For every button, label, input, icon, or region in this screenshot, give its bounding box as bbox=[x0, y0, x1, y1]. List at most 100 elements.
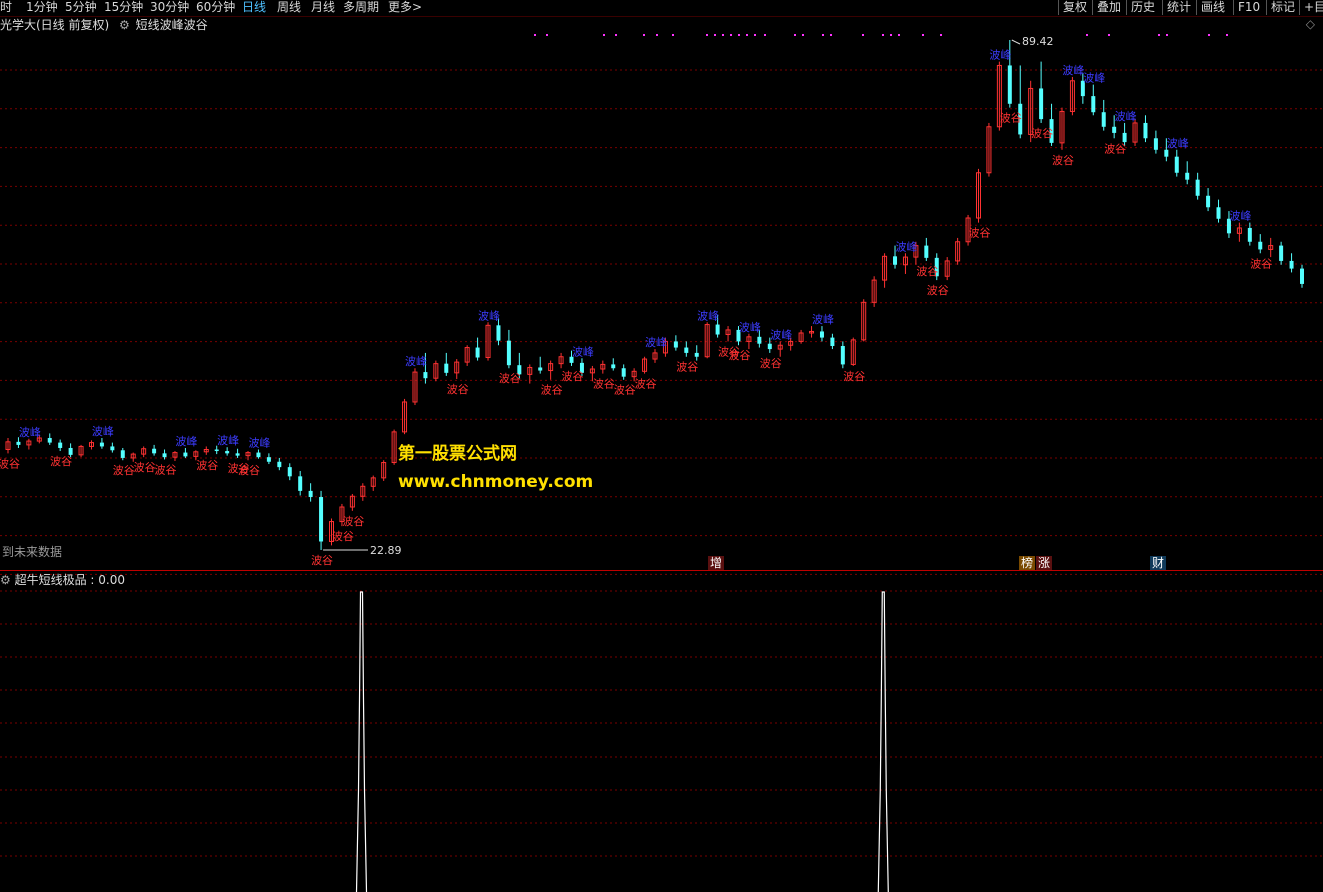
tab-period-4[interactable]: 30分钟 bbox=[150, 0, 189, 16]
marker-dot bbox=[1086, 34, 1088, 36]
peak-label: 波峰 bbox=[645, 336, 667, 349]
trough-label: 波谷 bbox=[332, 530, 354, 543]
marker-dot bbox=[656, 34, 658, 36]
trough-label: 波谷 bbox=[0, 457, 20, 470]
gear-icon[interactable]: ⚙ bbox=[0, 573, 11, 587]
peak-label: 波峰 bbox=[739, 321, 761, 334]
peak-label: 波峰 bbox=[770, 328, 792, 341]
candle-body-down bbox=[1091, 96, 1096, 113]
candle-body-down bbox=[684, 347, 689, 353]
peak-label: 波峰 bbox=[572, 345, 594, 358]
candle-body-down bbox=[423, 372, 428, 379]
candle-body-down bbox=[68, 447, 73, 455]
peak-label: 波峰 bbox=[1229, 210, 1251, 223]
tab-period-7[interactable]: 周线 bbox=[277, 0, 301, 16]
candle-body-down bbox=[1185, 172, 1190, 180]
trough-label: 波谷 bbox=[1250, 257, 1272, 270]
no-future-data-label: 到未来数据 bbox=[2, 545, 63, 559]
trough-label: 波谷 bbox=[342, 515, 364, 528]
peak-label: 波峰 bbox=[1062, 64, 1084, 77]
mark-button[interactable]: 标记 bbox=[1266, 0, 1299, 15]
candle-body-down bbox=[99, 442, 104, 447]
peak-label: 波峰 bbox=[1083, 72, 1105, 85]
marker-dot bbox=[534, 34, 536, 36]
trough-label: 波谷 bbox=[1104, 142, 1126, 155]
peak-label: 波峰 bbox=[478, 309, 500, 322]
diamond-icon[interactable]: ◇ bbox=[1306, 17, 1315, 31]
event-tag-zeng[interactable]: 增 bbox=[708, 556, 725, 570]
candle-body-down bbox=[1258, 241, 1263, 250]
peak-label: 波峰 bbox=[1167, 137, 1189, 150]
stats-button[interactable]: 统计 bbox=[1162, 0, 1195, 15]
trough-label: 波谷 bbox=[760, 357, 782, 370]
signal-spike bbox=[877, 591, 889, 892]
marker-dot bbox=[922, 34, 924, 36]
candle-body-down bbox=[47, 438, 52, 443]
overlay-button[interactable]: 叠加 bbox=[1092, 0, 1125, 15]
event-tag-zhang[interactable]: 涨 bbox=[1036, 556, 1053, 570]
candle-body-down bbox=[819, 331, 824, 338]
candle-body-down bbox=[538, 367, 543, 371]
marker-dot bbox=[940, 34, 942, 36]
peak-label: 波峰 bbox=[895, 240, 917, 253]
marker-dot bbox=[830, 34, 832, 36]
f10-button[interactable]: F10 bbox=[1233, 0, 1264, 15]
candle-body-down bbox=[621, 368, 626, 377]
candle-body-down bbox=[58, 442, 63, 448]
trough-label: 波谷 bbox=[499, 372, 521, 385]
marker-dot bbox=[1108, 34, 1110, 36]
candle-body-down bbox=[767, 343, 772, 350]
tab-period-1[interactable]: 1分钟 bbox=[26, 0, 58, 16]
signal-spike bbox=[355, 591, 368, 892]
marker-dot bbox=[672, 34, 674, 36]
candle-body-down bbox=[611, 364, 616, 369]
candle-body-down bbox=[506, 340, 511, 366]
add-button[interactable]: +目 bbox=[1299, 0, 1323, 15]
tab-period-8[interactable]: 月线 bbox=[311, 0, 335, 16]
tab-period-3[interactable]: 15分钟 bbox=[104, 0, 143, 16]
peak-label: 波峰 bbox=[92, 425, 114, 438]
draw-button[interactable]: 画线 bbox=[1196, 0, 1229, 15]
history-button[interactable]: 历史 bbox=[1126, 0, 1159, 15]
event-tag-cai[interactable]: 财 bbox=[1150, 556, 1167, 570]
tab-period-5[interactable]: 60分钟 bbox=[196, 0, 235, 16]
trough-label: 波谷 bbox=[614, 384, 636, 397]
candle-body-down bbox=[225, 451, 230, 454]
marker-dot bbox=[730, 34, 732, 36]
trough-label: 波谷 bbox=[593, 378, 615, 391]
indicator-name[interactable]: 短线波峰波谷 bbox=[136, 18, 208, 32]
candle-body-down bbox=[1300, 268, 1304, 284]
candle-body-down bbox=[1112, 126, 1117, 133]
panel-divider[interactable] bbox=[0, 570, 1323, 571]
trough-label: 波谷 bbox=[238, 464, 260, 477]
tab-period-10[interactable]: 更多> bbox=[388, 0, 422, 16]
tab-period-9[interactable]: 多周期 bbox=[343, 0, 379, 16]
fq-button[interactable]: 复权 bbox=[1058, 0, 1091, 15]
marker-dot bbox=[898, 34, 900, 36]
candle-body-down bbox=[1101, 112, 1106, 127]
candle-body-down bbox=[298, 476, 303, 491]
candle-body-down bbox=[1247, 227, 1252, 242]
candle-body-down bbox=[715, 324, 720, 335]
event-tag-bang[interactable]: 榜 bbox=[1019, 556, 1036, 570]
peak-label: 波峰 bbox=[19, 426, 41, 439]
candle-body-down bbox=[1279, 245, 1284, 261]
marker-dot bbox=[1158, 34, 1160, 36]
candle-body-down bbox=[1153, 138, 1158, 150]
trough-label: 波谷 bbox=[916, 265, 938, 278]
marker-dot bbox=[1226, 34, 1228, 36]
candle-body-down bbox=[444, 363, 449, 373]
tab-period-0[interactable]: 时 bbox=[0, 0, 12, 16]
tab-period-2[interactable]: 5分钟 bbox=[65, 0, 97, 16]
trough-label: 波谷 bbox=[843, 370, 865, 383]
trough-label: 波谷 bbox=[541, 384, 563, 397]
gear-icon[interactable]: ⚙ bbox=[119, 18, 130, 32]
peak-label: 波峰 bbox=[812, 313, 834, 326]
candle-body-down bbox=[287, 467, 292, 477]
candle-body-down bbox=[924, 245, 929, 258]
marker-dot bbox=[714, 34, 716, 36]
candle-body-down bbox=[152, 448, 157, 454]
tab-period-6[interactable]: 日线 bbox=[242, 0, 266, 16]
marker-dot bbox=[1208, 34, 1210, 36]
kline-chart[interactable]: 波峰 波峰波峰 波峰 波峰波峰波峰波峰波峰波峰波峰波峰波峰波峰波峰波峰波峰波峰波峰波峰… bbox=[0, 0, 1323, 892]
